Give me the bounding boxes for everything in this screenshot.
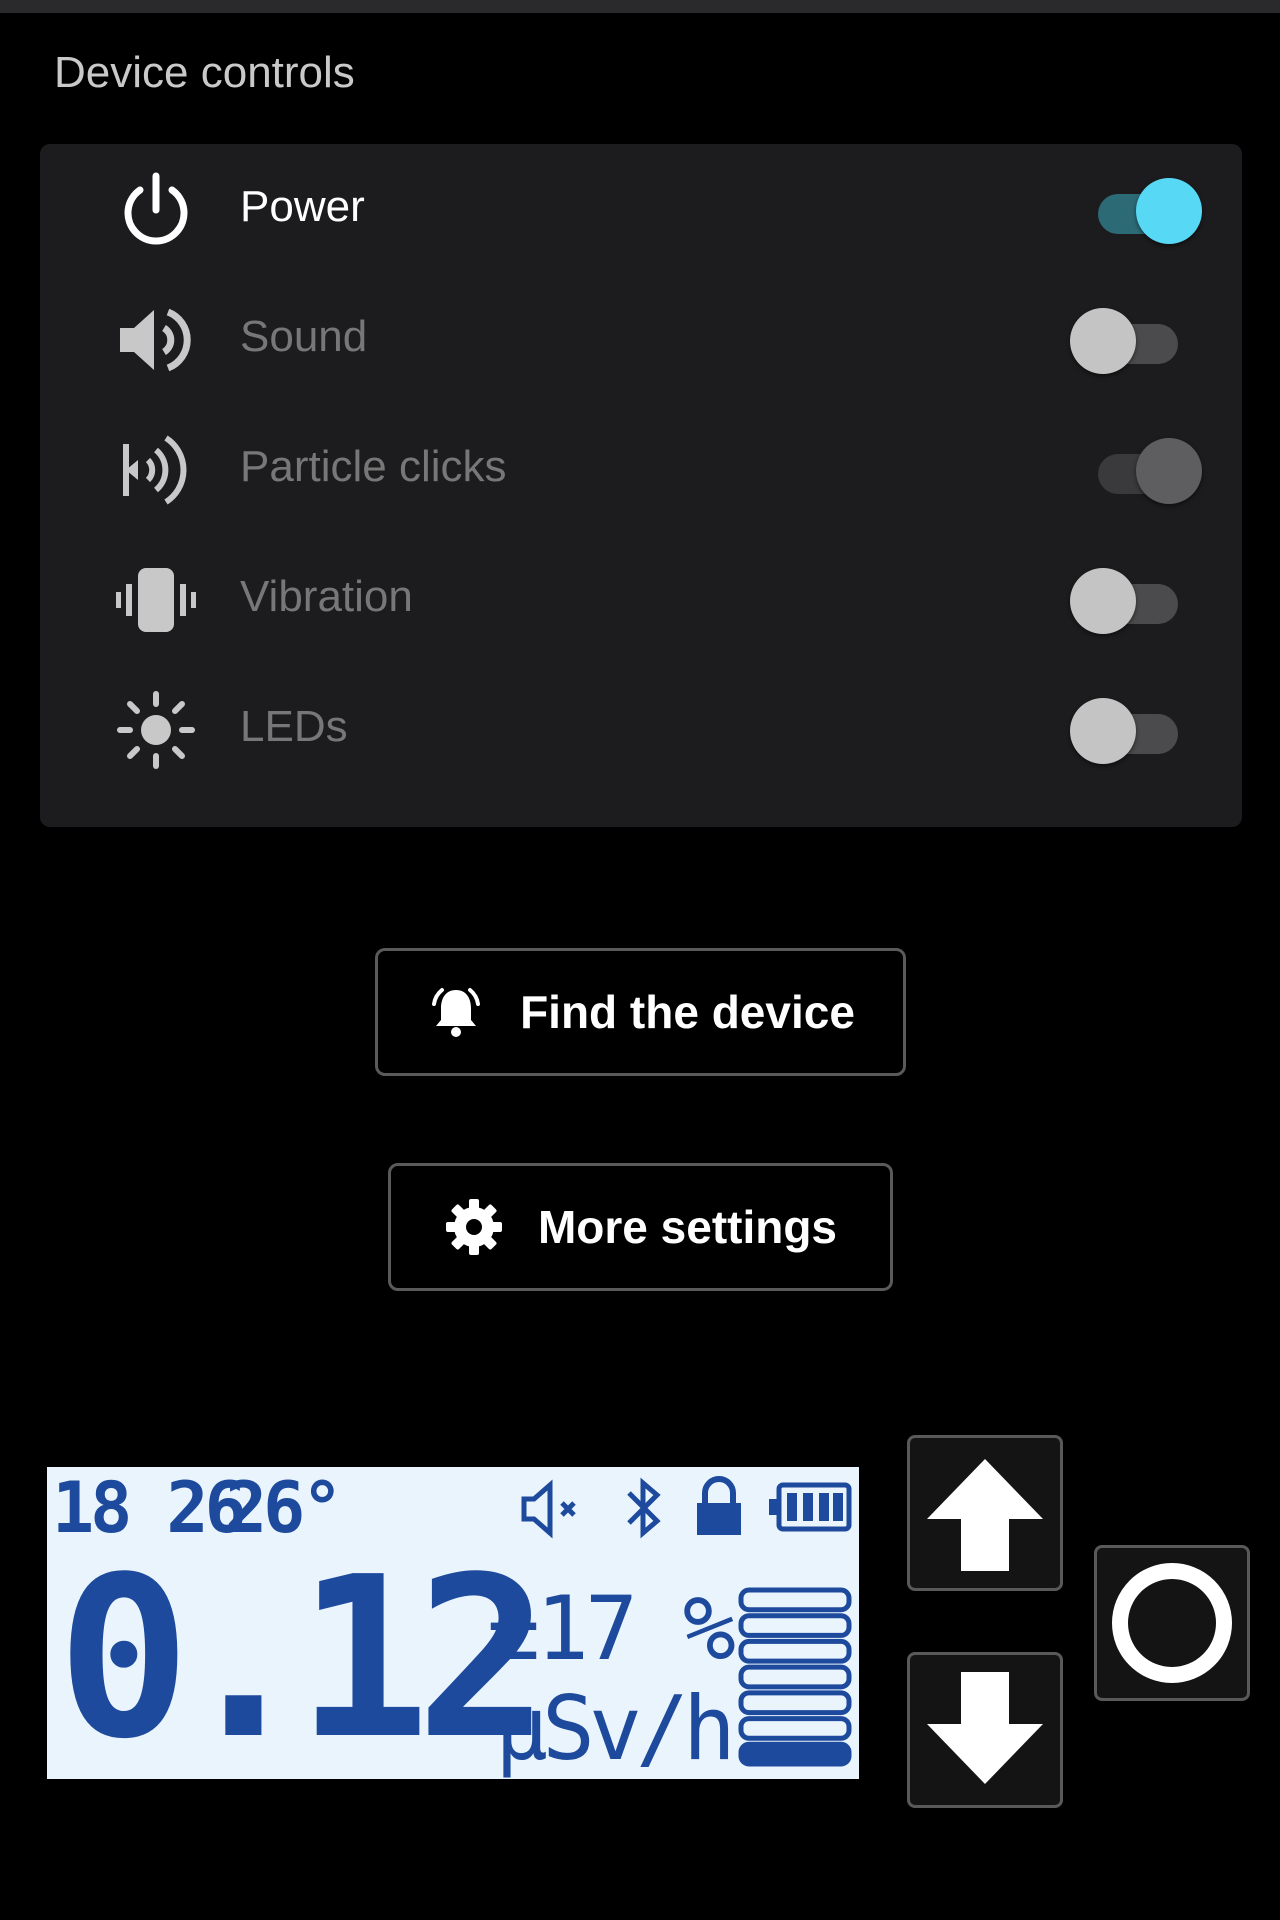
select-button[interactable] [1094, 1545, 1250, 1701]
gear-icon [445, 1199, 502, 1255]
particle-clicks-switch[interactable] [1098, 438, 1202, 504]
power-row[interactable]: Power [40, 144, 1242, 274]
speaker-icon [120, 308, 191, 372]
sound-label: Sound [240, 312, 368, 361]
lock-icon [697, 1476, 741, 1535]
lcd-unit: μSv/h [495, 1677, 736, 1780]
more-settings-label: More settings [537, 1201, 838, 1253]
lcd-level-segment [738, 1664, 852, 1690]
vibration-icon [116, 568, 196, 632]
lcd-level-segment [738, 1690, 852, 1716]
find-device-button[interactable]: Find the device [375, 948, 906, 1076]
vibration-label: Vibration [240, 572, 413, 621]
find-device-label: Find the device [520, 986, 855, 1038]
status-bar [0, 0, 1280, 13]
lcd-level-segment [738, 1716, 852, 1741]
up-button[interactable] [907, 1435, 1063, 1591]
lcd-level-segment [738, 1587, 852, 1613]
more-settings-button[interactable]: More settings [388, 1163, 893, 1291]
particle-clicks-label: Particle clicks [240, 442, 507, 491]
lcd-level-segment [738, 1638, 852, 1664]
leds-switch[interactable] [1070, 698, 1180, 764]
leds-label: LEDs [240, 702, 348, 751]
lcd-dose-rate-reading: 0.12 [57, 1530, 550, 1788]
lcd-level-segment [738, 1741, 852, 1767]
vibration-switch[interactable] [1070, 568, 1180, 634]
down-button[interactable] [907, 1652, 1063, 1808]
arrow-up-icon [927, 1459, 1043, 1571]
vibration-row[interactable]: Vibration [40, 534, 1242, 664]
leds-row[interactable]: LEDs [40, 664, 1242, 794]
section-title: Device controls [54, 48, 355, 97]
circle-icon [1112, 1563, 1232, 1683]
power-icon [124, 172, 188, 245]
power-switch[interactable] [1098, 178, 1202, 244]
lcd-uncertainty: ±17 % [487, 1577, 736, 1680]
battery-icon [769, 1482, 852, 1532]
sun-icon [117, 691, 195, 769]
bell-ringing-icon [432, 988, 481, 1037]
lcd-level-segment [738, 1613, 852, 1638]
arrow-down-icon [927, 1672, 1043, 1784]
device-controls-card: Power Sound Particle clicks Vibration LE… [40, 144, 1242, 827]
sound-switch[interactable] [1070, 308, 1180, 374]
power-label: Power [240, 182, 365, 231]
particle-clicks-icon [123, 435, 187, 505]
bluetooth-icon [627, 1477, 661, 1539]
sound-row[interactable]: Sound [40, 274, 1242, 404]
lcd-level-bars [738, 1587, 852, 1767]
particle-clicks-row[interactable]: Particle clicks [40, 404, 1242, 534]
device-lcd-display: 18 26 26° 0.12 ±17 % μSv/h [47, 1467, 859, 1788]
